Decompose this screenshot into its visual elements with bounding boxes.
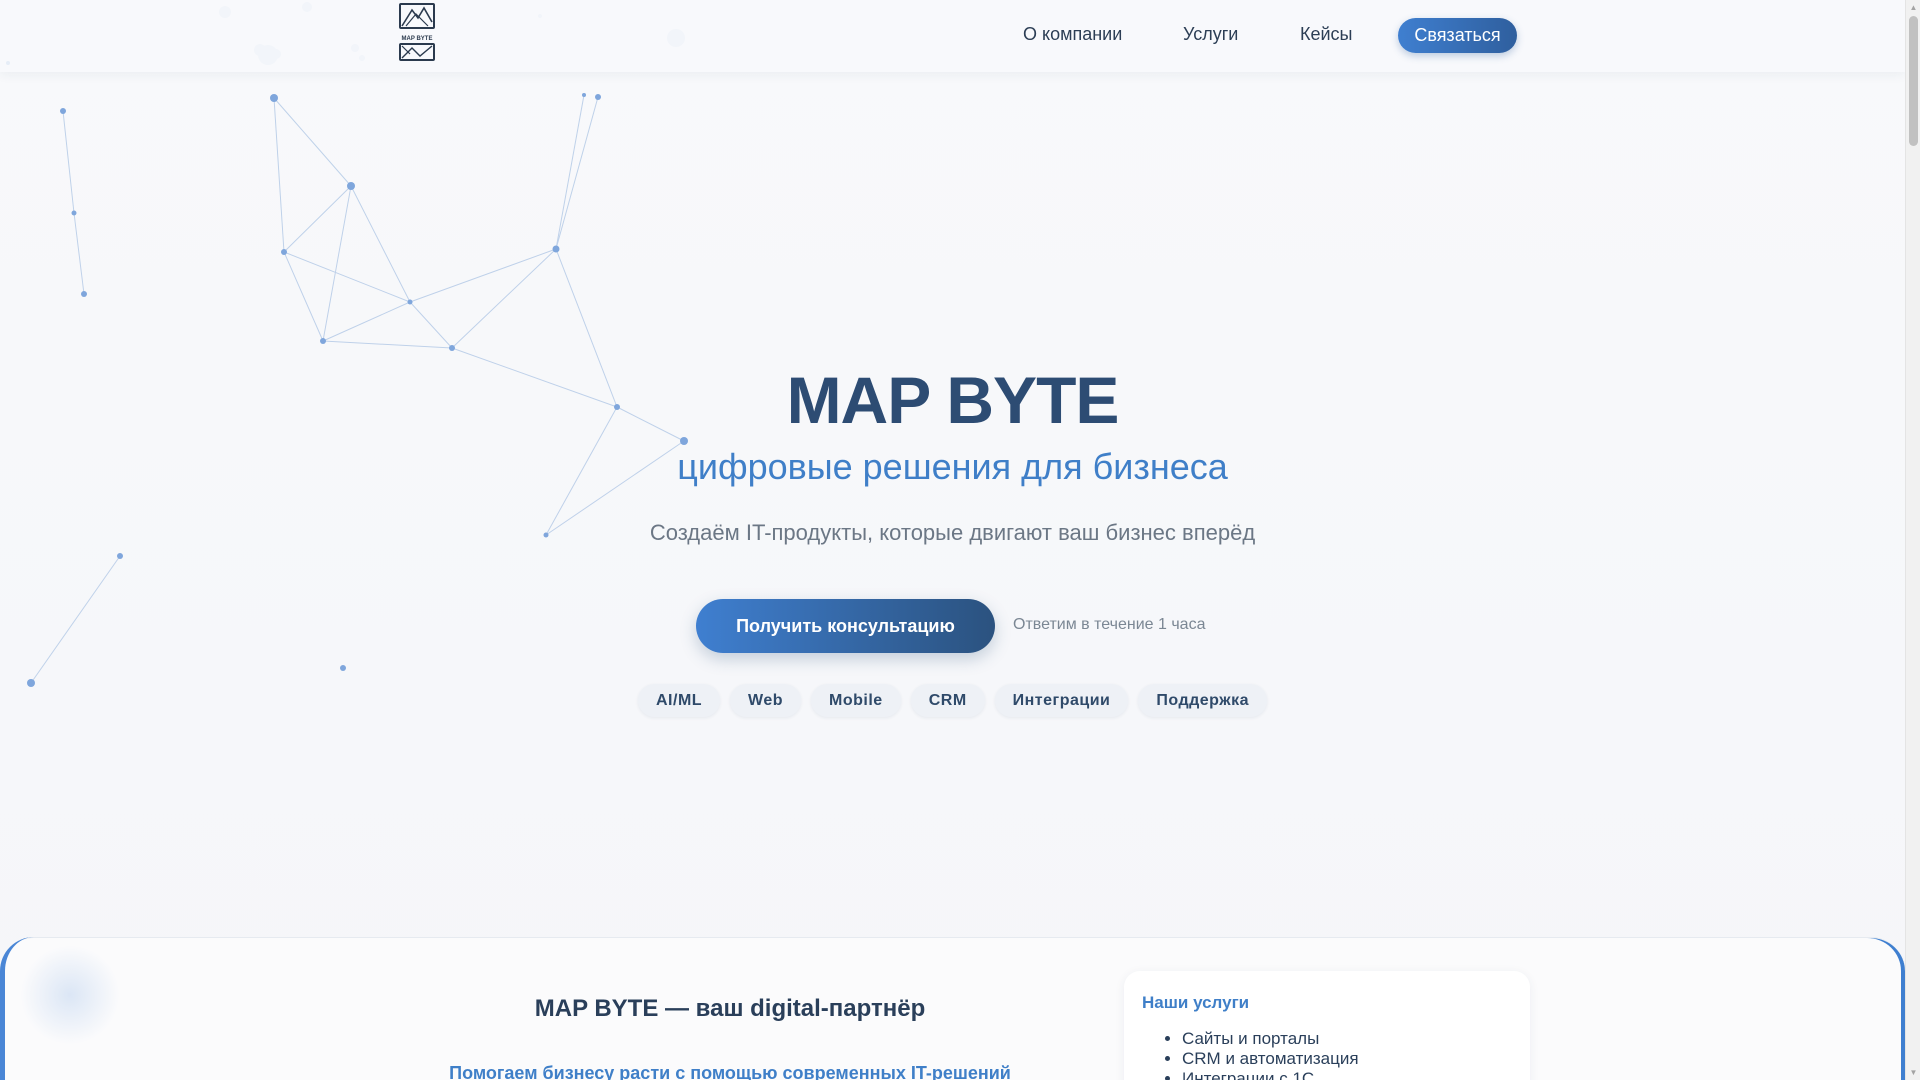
hero-description: Создаём IT-продукты, которые двигают ваш… (649, 520, 1256, 545)
hero-title: MAP BYTE (786, 363, 1120, 437)
scroll-up-arrow-icon[interactable]: ▲ (1909, 3, 1918, 12)
services-card: Наши услуги Сайты и порталы CRM и автома… (1124, 971, 1530, 1080)
nav-link-about[interactable]: О компании (1023, 24, 1122, 45)
service-item-1c: Интеграции с 1С (1182, 1069, 1359, 1080)
service-item-sites: Сайты и порталы (1182, 1029, 1359, 1049)
tag-ai-ml[interactable]: AI/ML (638, 684, 721, 717)
tag-mobile[interactable]: Mobile (811, 684, 901, 717)
services-title: Наши услуги (1142, 993, 1250, 1012)
tag-crm[interactable]: CRM (910, 684, 985, 717)
service-tags: AI/ML Web Mobile CRM Интеграции Поддержк… (0, 684, 1905, 717)
service-item-crm: CRM и автоматизация (1182, 1049, 1359, 1069)
hero-subtitle: цифровые решения для бизнеса (677, 446, 1228, 487)
decorative-blob (20, 945, 120, 1045)
tag-integrations[interactable]: Интеграции (994, 684, 1129, 717)
services-list: Сайты и порталы CRM и автоматизация Инте… (1182, 1029, 1359, 1080)
tag-support[interactable]: Поддержка (1138, 684, 1267, 717)
nav-link-services[interactable]: Услуги (1183, 24, 1238, 45)
page: MAP BYTE О компании Услуги Кейсы Связать… (0, 0, 1905, 1080)
tag-web[interactable]: Web (730, 684, 802, 717)
svg-text:MAP BYTE: MAP BYTE (402, 36, 433, 42)
site-header: MAP BYTE О компании Услуги Кейсы Связать… (0, 0, 1905, 72)
vertical-scrollbar[interactable]: ▲ ▼ (1905, 0, 1920, 1080)
map-byte-logo[interactable]: MAP BYTE (398, 2, 436, 62)
scrollbar-thumb[interactable] (1909, 16, 1918, 146)
nav-link-cases[interactable]: Кейсы (1300, 24, 1353, 45)
get-consultation-button[interactable]: Получить консультацию (696, 599, 995, 653)
scroll-down-arrow-icon[interactable]: ▼ (1909, 1068, 1918, 1077)
contact-button[interactable]: Связаться (1398, 18, 1517, 53)
about-subtitle: Помогаем бизнесу расти с помощью совреме… (449, 1063, 1011, 1080)
about-title: MAP BYTE — ваш digital-партнёр (534, 995, 926, 1022)
response-time-note: Ответим в течение 1 часа (1013, 616, 1206, 633)
